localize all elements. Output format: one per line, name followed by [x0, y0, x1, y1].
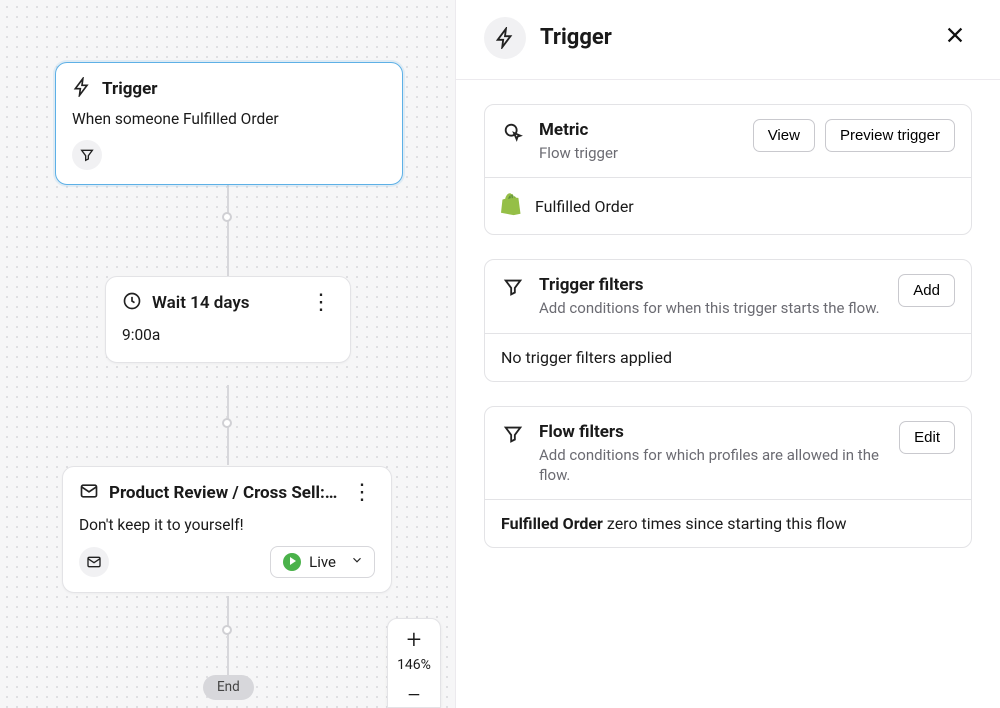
- mail-icon: [79, 481, 99, 505]
- bolt-icon: [484, 17, 526, 59]
- add-trigger-filter-button[interactable]: Add: [898, 274, 955, 307]
- zoom-out-button[interactable]: −: [407, 681, 422, 707]
- cursor-click-icon: [501, 119, 525, 143]
- chevron-down-icon: [350, 553, 364, 571]
- node-wait-more-button[interactable]: ⋮: [308, 294, 334, 312]
- preview-trigger-button[interactable]: Preview trigger: [825, 119, 955, 152]
- details-panel: Trigger Metric Flow trigger View Preview…: [455, 0, 1000, 708]
- trigger-filters-empty: No trigger filters applied: [485, 333, 971, 381]
- flow-filters-title: Flow filters: [539, 421, 885, 443]
- clock-icon: [122, 291, 142, 315]
- node-email-status-label: Live: [309, 553, 336, 571]
- filter-icon: [501, 421, 525, 445]
- node-wait-time: 9:00a: [122, 325, 334, 346]
- connector-dot: [222, 418, 232, 428]
- close-button[interactable]: [936, 16, 974, 59]
- play-icon: [283, 553, 301, 571]
- node-email-title: Product Review / Cross Sell:…: [109, 483, 337, 503]
- flow-filters-summary-rest: zero times since starting this flow: [603, 514, 847, 533]
- flow-filters-summary: Fulfilled Order zero times since startin…: [485, 499, 971, 547]
- metric-card: Metric Flow trigger View Preview trigger…: [484, 104, 972, 235]
- node-email[interactable]: Product Review / Cross Sell:… ⋮ Don't ke…: [62, 466, 392, 593]
- bolt-icon: [72, 77, 92, 101]
- metric-title: Metric: [539, 119, 739, 141]
- filter-icon: [501, 274, 525, 298]
- node-trigger-title: Trigger: [102, 79, 158, 99]
- connector-dot: [222, 212, 232, 222]
- node-email-subtitle: Don't keep it to yourself!: [79, 515, 375, 536]
- edit-flow-filter-button[interactable]: Edit: [899, 421, 955, 454]
- zoom-in-button[interactable]: +: [407, 625, 422, 653]
- flow-filters-summary-metric: Fulfilled Order: [501, 514, 603, 533]
- email-channel-icon: [79, 547, 109, 577]
- end-node: End: [203, 675, 254, 700]
- connector: [227, 596, 229, 686]
- trigger-filters-subtitle: Add conditions for when this trigger sta…: [539, 298, 884, 318]
- connector-dot: [222, 625, 232, 635]
- node-wait-title: Wait 14 days: [152, 293, 250, 313]
- node-email-status-dropdown[interactable]: Live: [270, 546, 375, 578]
- shopify-icon: [501, 192, 523, 220]
- trigger-filters-card: Trigger filters Add conditions for when …: [484, 259, 972, 381]
- panel-header: Trigger: [456, 0, 1000, 80]
- flow-filters-card: Flow filters Add conditions for which pr…: [484, 406, 972, 549]
- metric-value-row: Fulfilled Order: [485, 177, 971, 234]
- node-email-more-button[interactable]: ⋮: [349, 484, 375, 502]
- filter-badge-icon: [72, 140, 102, 170]
- flow-canvas[interactable]: Trigger When someone Fulfilled Order Wai…: [0, 0, 455, 708]
- node-trigger[interactable]: Trigger When someone Fulfilled Order: [55, 62, 403, 185]
- panel-title: Trigger: [540, 25, 922, 50]
- zoom-value: 146%: [397, 653, 431, 681]
- flow-filters-subtitle: Add conditions for which profiles are al…: [539, 445, 885, 486]
- view-button[interactable]: View: [753, 119, 815, 152]
- node-wait[interactable]: Wait 14 days ⋮ 9:00a: [105, 276, 351, 363]
- metric-subtitle: Flow trigger: [539, 143, 739, 163]
- metric-value: Fulfilled Order: [535, 197, 634, 216]
- node-trigger-subtitle: When someone Fulfilled Order: [72, 109, 386, 130]
- zoom-control: + 146% −: [387, 618, 441, 708]
- trigger-filters-title: Trigger filters: [539, 274, 884, 296]
